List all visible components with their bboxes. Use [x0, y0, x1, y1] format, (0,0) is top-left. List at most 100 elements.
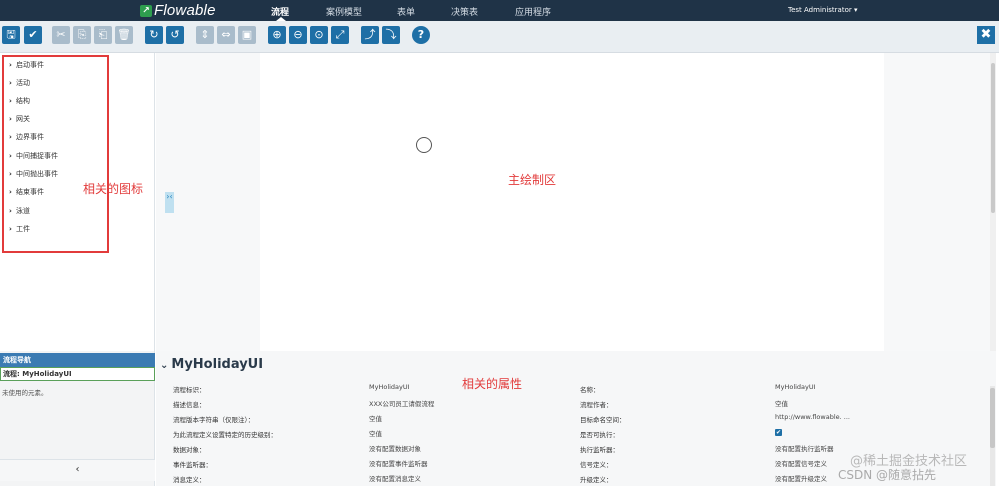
nav-tab-forms[interactable]: 表单: [397, 5, 415, 18]
palette-group-structural[interactable]: › 结构: [9, 96, 30, 106]
zoom-actual-icon: ⊙: [314, 28, 324, 41]
palette-group-swimlanes[interactable]: › 泳道: [9, 206, 30, 216]
copy-icon: ⎘: [77, 28, 87, 41]
prop-value-history-level[interactable]: 空值: [369, 428, 382, 438]
prop-value-execution-listeners[interactable]: 没有配置执行监听器: [775, 443, 834, 453]
redo-icon: ↻: [149, 28, 159, 41]
navigator-collapse-button[interactable]: ‹: [0, 459, 155, 481]
prop-label-description: 描述信息：: [173, 401, 206, 409]
prop-label-data-objects: 数据对象：: [173, 446, 206, 454]
help-button[interactable]: ?: [412, 26, 430, 44]
delete-button[interactable]: 🗑: [115, 26, 133, 44]
prop-value-namespace[interactable]: http://www.flowable. ...: [775, 413, 850, 421]
prop-label-version: 流程版本字符串（仅限注）：: [173, 416, 255, 424]
cut-button[interactable]: ✂: [52, 26, 70, 44]
paste-button[interactable]: ⎗: [94, 26, 112, 44]
prop-value-message-definitions[interactable]: 没有配置消息定义: [369, 473, 421, 483]
canvas-scrollbar-thumb[interactable]: [991, 63, 995, 213]
drawing-canvas[interactable]: 主绘制区: [260, 53, 884, 351]
prop-value-data-objects[interactable]: 没有配置数据对象: [369, 443, 421, 453]
prop-value-signal-definitions[interactable]: 没有配置信号定义: [775, 458, 827, 468]
prop-label-process-id: 流程标识：: [173, 386, 206, 394]
prop-label-author: 流程作者：: [580, 401, 613, 409]
nav-tab-decision-tables[interactable]: 决策表: [451, 5, 478, 18]
close-editor-button[interactable]: ✖: [977, 26, 995, 44]
prop-value-version[interactable]: 空值: [369, 413, 382, 423]
nav-tab-case-model[interactable]: 案例模型: [326, 5, 362, 18]
shape-palette: › 启动事件 › 活动 › 结构 › 网关 › 边界事件 › 中间捕捉事件 › 中间抛出事件 …: [0, 53, 155, 351]
properties-title[interactable]: ⌄ MyHolidayUI: [160, 357, 263, 372]
chevron-left-icon: ‹: [75, 464, 80, 475]
prop-label-escalation-definitions: 升级定义：: [580, 476, 613, 484]
prop-label-name: 名称：: [580, 386, 600, 394]
prop-value-author[interactable]: 空值: [775, 398, 788, 408]
align-vertical-icon: ⇕: [200, 28, 210, 41]
remove-bendpoint-button[interactable]: ⤵: [382, 26, 400, 44]
top-navigation-bar: ↗ Flowable 流程 案例模型 表单 决策表 应用程序 Test Admi…: [0, 0, 999, 21]
zoom-in-button[interactable]: ⊕: [268, 26, 286, 44]
prop-label-history-level: 为此流程定义设置特定的历史级别：: [173, 431, 277, 439]
prop-value-name[interactable]: MyHolidayUI: [775, 383, 816, 391]
palette-group-end-events[interactable]: › 结束事件: [9, 187, 44, 197]
align-horizontal-button[interactable]: ⇔: [217, 26, 235, 44]
user-menu[interactable]: Test Administrator ▾: [788, 6, 857, 14]
palette-toggle-handle[interactable]: ›‹: [165, 192, 174, 213]
chevron-right-icon: ›: [9, 115, 12, 123]
prop-value-escalation-definitions[interactable]: 没有配置升级定义: [775, 473, 827, 483]
bendpoint-remove-icon: ⤵: [385, 28, 397, 41]
zoom-out-button[interactable]: ⊖: [289, 26, 307, 44]
zoom-in-icon: ⊕: [272, 28, 282, 41]
validate-button[interactable]: ✔: [24, 26, 42, 44]
chevron-right-icon: ›: [9, 61, 12, 69]
start-event-shape[interactable]: [416, 137, 432, 153]
palette-annotation: 相关的图标: [83, 182, 144, 196]
prop-label-namespace: 目标命名空间：: [580, 416, 626, 424]
chevron-right-icon: ›: [9, 225, 12, 233]
logo-text: Flowable: [154, 2, 216, 19]
navigator-process-item[interactable]: 流程: MyHolidayUI: [0, 367, 155, 381]
chevron-right-icon: ›: [9, 207, 12, 215]
prop-value-description[interactable]: XXX公司员工请假流程: [369, 398, 434, 408]
properties-scrollbar[interactable]: [990, 386, 995, 486]
flowable-logo[interactable]: ↗ Flowable: [140, 2, 216, 19]
save-button[interactable]: 🖫: [2, 26, 20, 44]
prop-label-message-definitions: 消息定义：: [173, 476, 206, 484]
editor-toolbar: 🖫 ✔ ✂ ⎘ ⎗ 🗑 ↻ ↺ ⇕ ⇔ ▣ ⊕ ⊖ ⊙ ⤢ ⤴ ⤵ ? ✖: [0, 21, 999, 53]
cut-icon: ✂: [56, 28, 66, 41]
undo-button[interactable]: ↺: [166, 26, 184, 44]
delete-icon: 🗑: [117, 28, 131, 41]
properties-scrollbar-thumb[interactable]: [990, 388, 995, 448]
properties-annotation: 相关的属性: [462, 377, 523, 391]
align-vertical-button[interactable]: ⇕: [196, 26, 214, 44]
palette-group-intermediate-throw[interactable]: › 中间抛出事件: [9, 169, 58, 179]
palette-group-intermediate-catch[interactable]: › 中间捕捉事件: [9, 151, 58, 161]
same-size-button[interactable]: ▣: [238, 26, 256, 44]
palette-group-boundary-events[interactable]: › 边界事件: [9, 132, 44, 142]
executable-checkbox[interactable]: ✔: [775, 429, 782, 436]
canvas-scrollbar[interactable]: [990, 53, 996, 351]
add-bendpoint-button[interactable]: ⤴: [361, 26, 379, 44]
drawing-canvas-area[interactable]: 主绘制区 ›‹: [156, 53, 996, 351]
zoom-actual-button[interactable]: ⊙: [310, 26, 328, 44]
palette-group-artifacts[interactable]: › 工件: [9, 224, 30, 234]
palette-group-activities[interactable]: › 活动: [9, 78, 30, 88]
help-icon: ?: [417, 28, 425, 41]
canvas-annotation: 主绘制区: [508, 173, 557, 187]
chevron-right-icon: ›: [9, 79, 12, 87]
zoom-out-icon: ⊖: [293, 28, 303, 41]
check-icon: ✔: [28, 28, 38, 41]
chevron-down-icon: ⌄: [160, 360, 169, 371]
undo-icon: ↺: [170, 28, 180, 41]
copy-button[interactable]: ⎘: [73, 26, 91, 44]
palette-group-start-events[interactable]: › 启动事件: [9, 60, 44, 70]
prop-value-event-listeners[interactable]: 没有配置事件监听器: [369, 458, 428, 468]
redo-button[interactable]: ↻: [145, 26, 163, 44]
navigator-header: 流程导航: [0, 353, 155, 367]
process-navigator-panel: 流程导航 流程: MyHolidayUI 未使用的元素。 ‹: [0, 351, 155, 486]
zoom-fit-button[interactable]: ⤢: [331, 26, 349, 44]
prop-value-process-id[interactable]: MyHolidayUI: [369, 383, 410, 391]
chevron-right-icon: ›: [9, 133, 12, 141]
palette-group-gateways[interactable]: › 网关: [9, 114, 30, 124]
same-size-icon: ▣: [241, 28, 253, 41]
nav-tab-apps[interactable]: 应用程序: [515, 5, 551, 18]
